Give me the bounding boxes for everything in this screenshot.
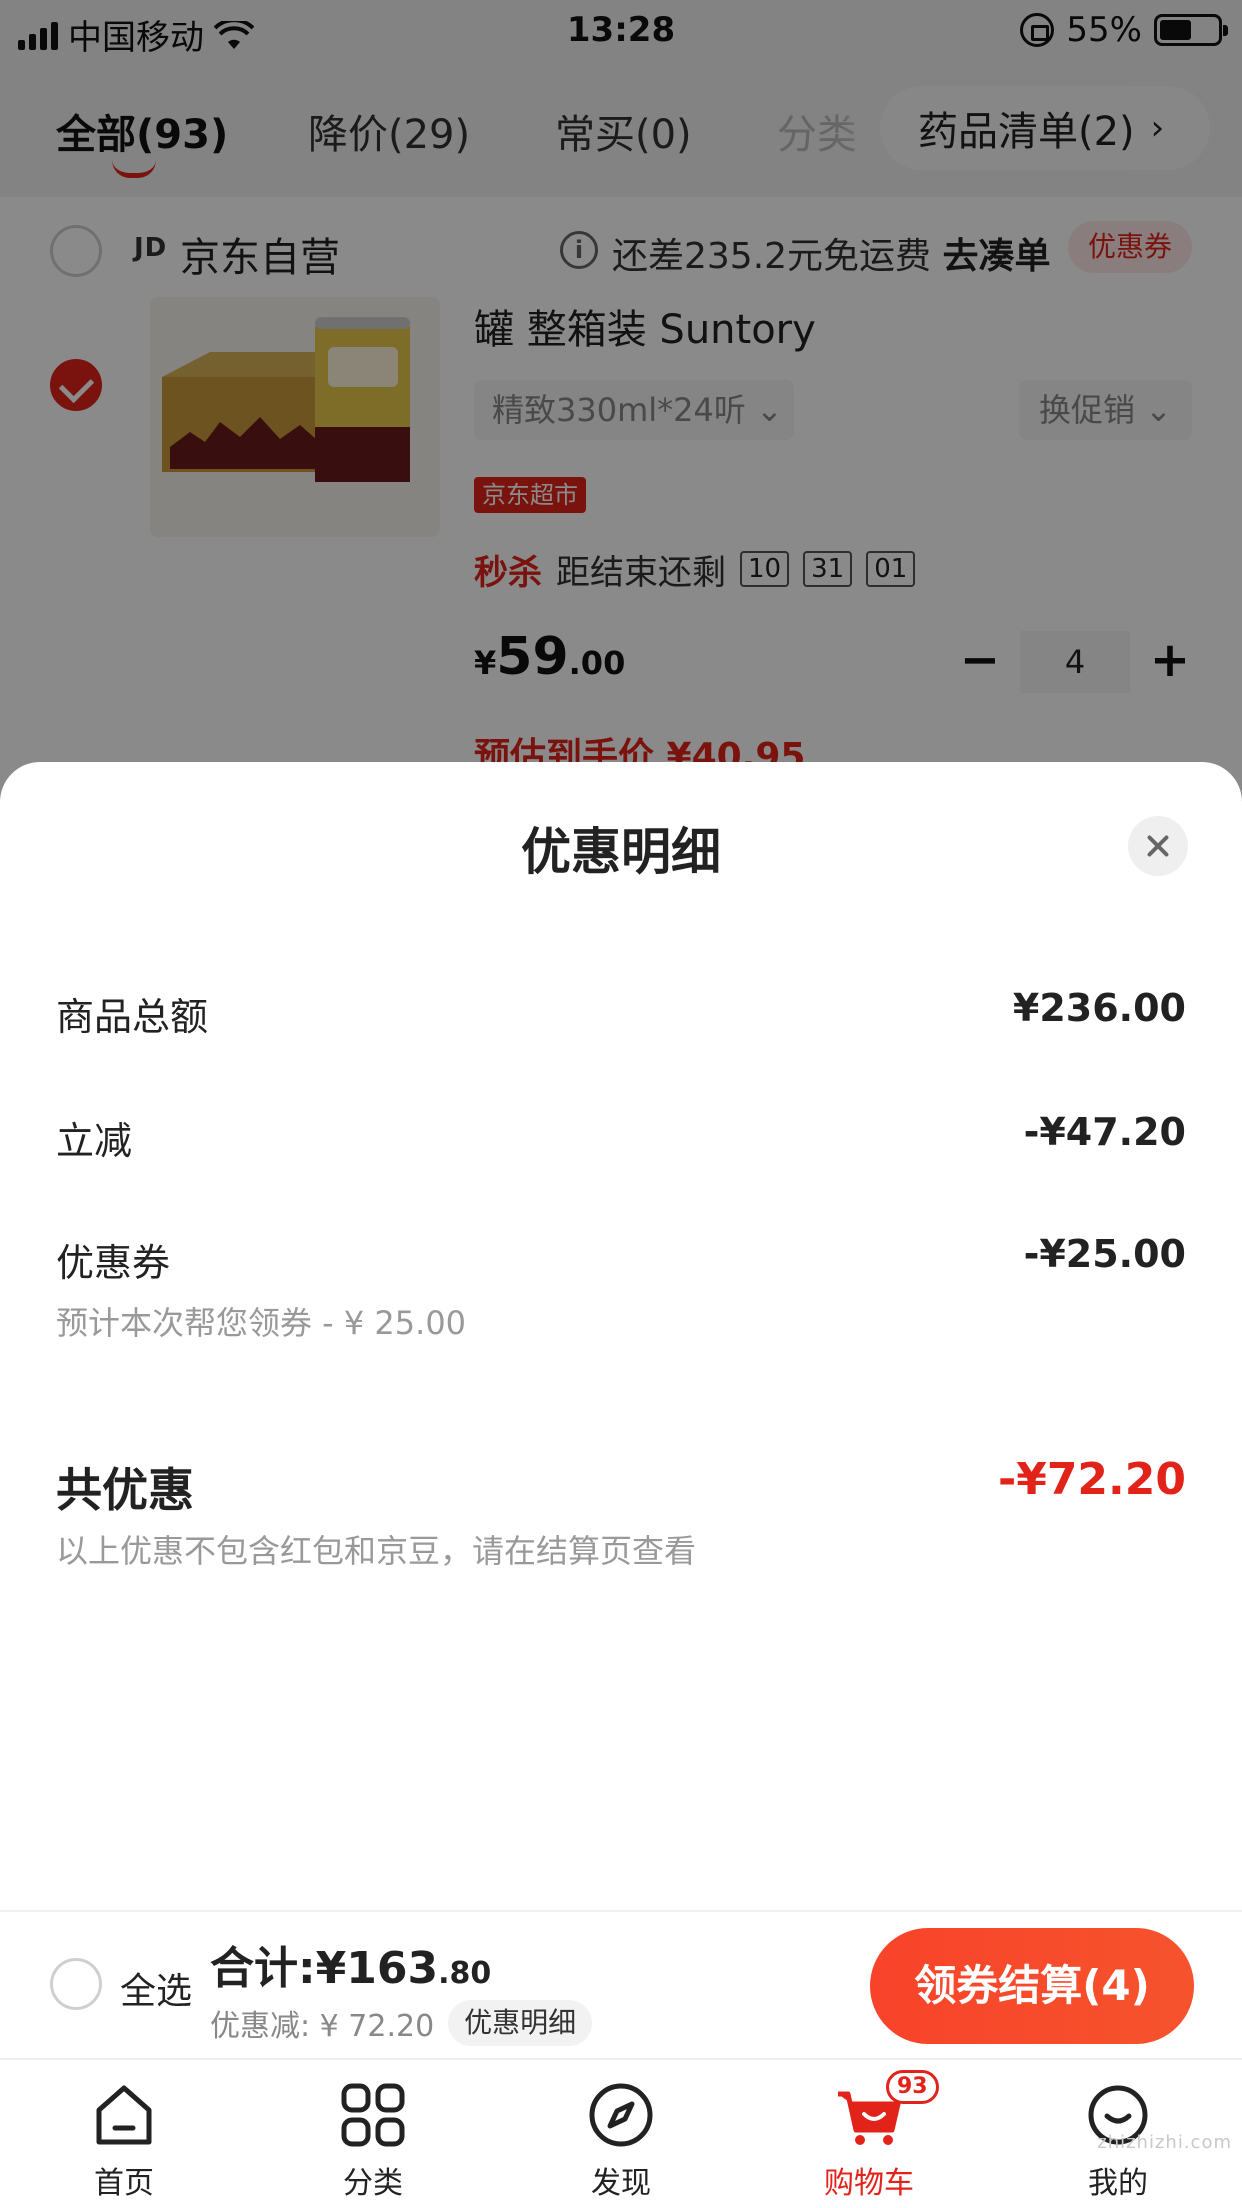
checkout-bar: 全选 合计:¥163.80 优惠减: ¥ 72.20 优惠明细 领券结算(4)	[0, 1910, 1242, 2058]
tab-cart-label: 购物车	[824, 2166, 914, 2201]
grid-icon	[338, 2080, 408, 2150]
select-all-label[interactable]: 全选	[120, 1962, 192, 2014]
tab-categories[interactable]: 分类	[293, 2080, 453, 2202]
total-discount-label: 共优惠	[56, 1463, 194, 1517]
cart-icon: 93	[834, 2070, 939, 2150]
tab-discover[interactable]: 发现	[541, 2080, 701, 2202]
checkout-button[interactable]: 领券结算(4)	[870, 1928, 1194, 2044]
goods-total-label: 商品总额	[56, 995, 209, 1039]
close-button[interactable]	[1128, 816, 1188, 876]
total-amount-main: 合计:¥163	[210, 1943, 439, 1994]
compass-icon	[586, 2080, 656, 2150]
coupon-note: 预计本次帮您领券 - ¥ 25.00	[56, 1304, 467, 1342]
total-amount: 合计:¥163.80	[210, 1932, 491, 1996]
total-discount-value: -¥72.20	[997, 1454, 1186, 1505]
instant-discount-label: 立减	[56, 1119, 133, 1163]
total-amount-cents: .80	[438, 1956, 492, 1991]
coupon-label: 优惠券	[56, 1241, 171, 1285]
cart-count-badge: 93	[886, 2070, 939, 2104]
instant-discount-value: -¥47.20	[1023, 1110, 1186, 1154]
tab-categories-label: 分类	[343, 2166, 403, 2201]
discount-amount: 优惠减: ¥ 72.20	[210, 2009, 435, 2044]
tab-home[interactable]: 首页	[44, 2080, 204, 2202]
tab-discover-label: 发现	[591, 2166, 651, 2201]
tab-cart[interactable]: 93 购物车	[789, 2070, 949, 2202]
sheet-title: 优惠明细	[521, 823, 721, 881]
watermark: zhizhizhi.com	[1097, 2132, 1232, 2153]
bottom-tab-bar: 首页 分类 发现 93 购物车 我的 zhizhizhi.com	[0, 2058, 1242, 2208]
total-discount-note: 以上优惠不包含红包和京豆，请在结算页查看	[56, 1532, 697, 1570]
goods-total-value: ¥236.00	[1012, 986, 1186, 1030]
select-all-checkbox[interactable]	[50, 1958, 102, 2010]
home-icon	[89, 2080, 159, 2150]
discount-summary: 优惠减: ¥ 72.20 优惠明细	[210, 2000, 593, 2046]
discount-detail-button[interactable]: 优惠明细	[448, 2000, 593, 2046]
tab-home-label: 首页	[94, 2166, 154, 2201]
coupon-value: -¥25.00	[1023, 1232, 1186, 1276]
tab-me-label: 我的	[1088, 2166, 1148, 2201]
